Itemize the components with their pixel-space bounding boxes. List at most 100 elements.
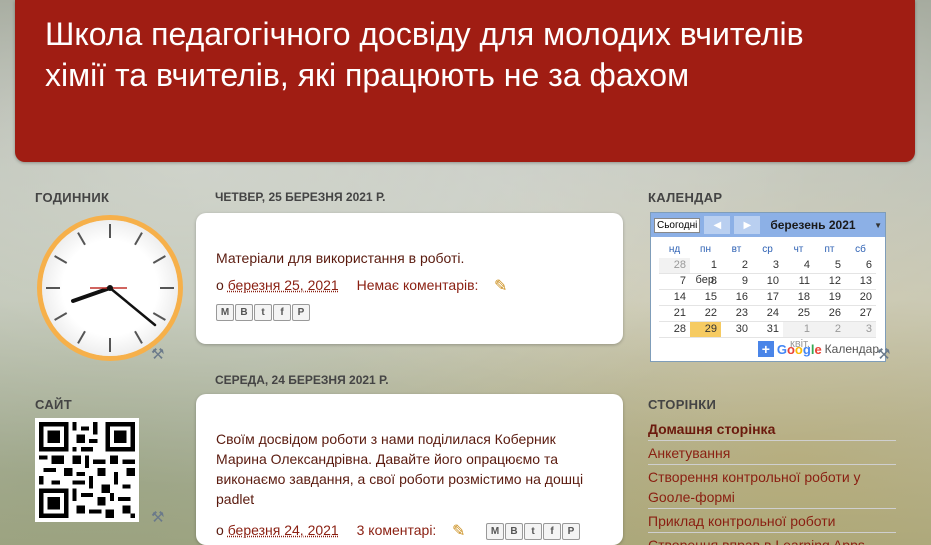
calendar-day-cell[interactable]: 9 bbox=[721, 274, 752, 290]
page-link-create-test[interactable]: Створення контрольної роботи у Gooле-фор… bbox=[648, 465, 896, 509]
blogger-share-icon[interactable]: B bbox=[505, 523, 523, 540]
analog-clock bbox=[37, 215, 183, 361]
next-month-button[interactable]: ▶ bbox=[734, 216, 761, 234]
calendar-day-cell[interactable]: 3 bbox=[752, 258, 783, 274]
blog-title[interactable]: Школа педагогічного досвіду для молодих … bbox=[45, 14, 865, 96]
pinterest-share-icon[interactable]: P bbox=[562, 523, 580, 540]
calendar-day-cell[interactable]: 12 bbox=[814, 274, 845, 290]
share-buttons: M B t f P bbox=[216, 304, 310, 321]
post-body: Матеріали для використання в роботі. bbox=[216, 250, 465, 266]
calendar-week-row: 28 29 30 31 1 квіт. 2 3 bbox=[659, 322, 879, 350]
calendar-day-cell[interactable]: 22 bbox=[690, 306, 721, 322]
calendar-day-cell[interactable]: 15 bbox=[690, 290, 721, 306]
blog-header: Школа педагогічного досвіду для молодих … bbox=[15, 0, 915, 162]
calendar-day-cell[interactable]: 30 bbox=[721, 322, 752, 338]
calendar-day-cell[interactable]: 7 bbox=[659, 274, 690, 290]
weekday-label: сб bbox=[855, 244, 866, 255]
clock-widget-title: ГОДИННИК bbox=[35, 190, 110, 205]
post-footer: о березня 24, 2021 3 коментарі: bbox=[216, 522, 436, 538]
share-buttons: M B t f P bbox=[486, 523, 580, 540]
email-share-icon[interactable]: M bbox=[486, 523, 504, 540]
today-button[interactable]: Сьогодні bbox=[654, 217, 701, 233]
calendar-day-cell[interactable]: 28 bbox=[659, 258, 690, 274]
pages-list: Домашня сторінка Анкетування Створення к… bbox=[648, 417, 896, 545]
blogger-share-icon[interactable]: B bbox=[235, 304, 253, 321]
calendar-day-cell[interactable]: 20 bbox=[845, 290, 876, 306]
calendar-day-cell[interactable]: 6 bbox=[845, 258, 876, 274]
calendar-day-cell[interactable]: 16 bbox=[721, 290, 752, 306]
post-comments-link[interactable]: Немає коментарів: bbox=[357, 277, 479, 293]
calendar-widget-title: КАЛЕНДАР bbox=[648, 190, 723, 205]
post-body: Своїм досвідом роботи з нами поділилася … bbox=[216, 431, 584, 507]
calendar-day-cell[interactable]: 31 bbox=[752, 322, 783, 338]
calendar-day-cell[interactable]: 10 bbox=[752, 274, 783, 290]
post-comments-link[interactable]: 3 коментарі: bbox=[357, 522, 437, 538]
calendar-toolbar: Сьогодні ◀ ▶ березень 2021 ▼ bbox=[651, 213, 885, 237]
page-link-survey[interactable]: Анкетування bbox=[648, 441, 896, 465]
google-calendar-link[interactable]: + Google Календар bbox=[757, 341, 879, 357]
post-time-prefix: о bbox=[216, 522, 224, 538]
weekday-label: вт bbox=[731, 244, 742, 255]
calendar-widget: Сьогодні ◀ ▶ березень 2021 ▼ нд пн вт ср… bbox=[650, 212, 886, 362]
page-link-learning-apps[interactable]: Створення вправ в Learning Apps bbox=[648, 533, 896, 545]
plus-icon[interactable]: + bbox=[757, 341, 774, 357]
pinterest-share-icon[interactable]: P bbox=[292, 304, 310, 321]
calendar-day-cell[interactable]: 21 bbox=[659, 306, 690, 322]
calendar-day-cell[interactable]: 17 bbox=[752, 290, 783, 306]
calendar-day-cell[interactable]: 1 бер. bbox=[690, 258, 721, 286]
weekday-label: чт bbox=[793, 244, 804, 255]
calendar-grid: нд пн вт ср чт пт сб 28 1 бер. 2 3 4 5 6 7 8 9 10 1… bbox=[659, 242, 879, 350]
calendar-day-cell[interactable]: 1 квіт. bbox=[783, 322, 814, 350]
email-share-icon[interactable]: M bbox=[216, 304, 234, 321]
calendar-day-cell[interactable]: 2 bbox=[814, 322, 845, 338]
edit-post-pencil-icon[interactable]: ✎ bbox=[494, 276, 507, 296]
calendar-day-cell[interactable]: 19 bbox=[814, 290, 845, 306]
calendar-day-cell[interactable]: 26 bbox=[814, 306, 845, 322]
calendar-week-row: 7 8 9 10 11 12 13 bbox=[659, 274, 879, 290]
calendar-day-cell[interactable]: 29 bbox=[690, 322, 721, 338]
prev-month-button[interactable]: ◀ bbox=[704, 216, 731, 234]
calendar-day-cell[interactable]: 4 bbox=[783, 258, 814, 274]
facebook-share-icon[interactable]: f bbox=[273, 304, 291, 321]
post-timestamp-link[interactable]: березня 24, 2021 bbox=[228, 522, 339, 538]
chevron-down-icon[interactable]: ▼ bbox=[874, 221, 882, 230]
calendar-day-cell[interactable]: 8 bbox=[690, 274, 721, 290]
calendar-day-cell[interactable]: 5 bbox=[814, 258, 845, 274]
calendar-week-row: 14 15 16 17 18 19 20 bbox=[659, 290, 879, 306]
edit-widget-icon[interactable]: ⚒ bbox=[151, 508, 164, 526]
edit-widget-icon[interactable]: ⚒ bbox=[151, 345, 164, 363]
weekday-label: ср bbox=[762, 244, 773, 255]
twitter-share-icon[interactable]: t bbox=[254, 304, 272, 321]
edit-post-pencil-icon[interactable]: ✎ bbox=[452, 521, 465, 541]
calendar-day-cell[interactable]: 27 bbox=[845, 306, 876, 322]
calendar-day-cell[interactable]: 3 bbox=[845, 322, 876, 338]
weekday-label: пт bbox=[824, 244, 835, 255]
calendar-day-cell[interactable]: 25 bbox=[783, 306, 814, 322]
weekday-header-row: нд пн вт ср чт пт сб bbox=[659, 242, 879, 258]
page-link-sample-test[interactable]: Приклад контрольної роботи bbox=[648, 509, 896, 533]
calendar-day-cell[interactable]: 18 bbox=[783, 290, 814, 306]
calendar-day-cell[interactable]: 23 bbox=[721, 306, 752, 322]
calendar-day-cell[interactable]: 28 bbox=[659, 322, 690, 338]
qr-code-image[interactable] bbox=[35, 418, 139, 522]
calendar-month-label: березень 2021 bbox=[770, 218, 856, 232]
weekday-label: нд bbox=[668, 244, 681, 255]
calendar-day-cell[interactable]: 11 bbox=[783, 274, 814, 290]
post-date-header: ЧЕТВЕР, 25 БЕРЕЗНЯ 2021 Р. bbox=[215, 190, 386, 204]
calendar-day-cell[interactable]: 24 bbox=[752, 306, 783, 322]
post-card: Своїм досвідом роботи з нами поділилася … bbox=[196, 394, 623, 545]
post-timestamp-link[interactable]: березня 25, 2021 bbox=[228, 277, 339, 293]
calendar-day-cell[interactable]: 14 bbox=[659, 290, 690, 306]
calendar-week-row: 28 1 бер. 2 3 4 5 6 bbox=[659, 258, 879, 286]
calendar-day-cell[interactable]: 13 bbox=[845, 274, 876, 290]
calendar-brand-label: Календар bbox=[824, 342, 879, 356]
twitter-share-icon[interactable]: t bbox=[524, 523, 542, 540]
post-time-prefix: о bbox=[216, 277, 224, 293]
post-card: Матеріали для використання в роботі. о б… bbox=[196, 213, 623, 344]
page-link-home[interactable]: Домашня сторінка bbox=[648, 417, 896, 441]
edit-widget-icon[interactable]: ⚒ bbox=[877, 345, 890, 363]
google-logo: Google bbox=[776, 341, 822, 357]
facebook-share-icon[interactable]: f bbox=[543, 523, 561, 540]
site-widget-title: САЙТ bbox=[35, 397, 72, 412]
calendar-day-cell[interactable]: 2 bbox=[721, 258, 752, 274]
